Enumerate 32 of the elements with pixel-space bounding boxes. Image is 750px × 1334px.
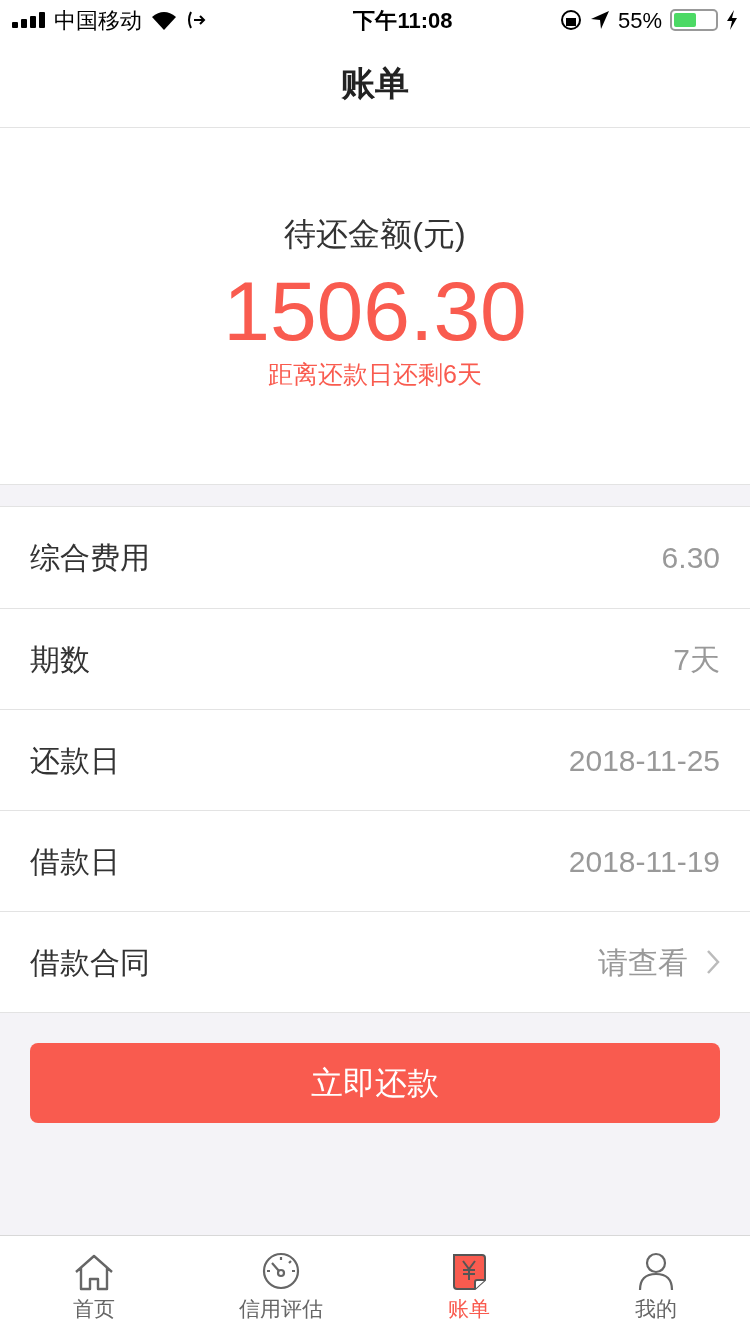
rotation-lock-icon [559, 9, 582, 31]
page-title: 账单 [341, 63, 409, 104]
row-value: 7天 [673, 641, 720, 678]
row-label: 期数 [30, 641, 90, 678]
signal-icon [12, 12, 46, 28]
wifi-icon [150, 10, 178, 30]
status-time: 下午11:08 [353, 6, 453, 35]
tab-item[interactable]: 首页 [0, 1236, 188, 1334]
row-value: 6.30 [661, 540, 720, 576]
row-value: 2018-11-25 [568, 742, 720, 779]
call-forward-icon [186, 10, 206, 30]
tab-item[interactable]: 账单 [375, 1236, 563, 1334]
user-icon [637, 1250, 676, 1291]
amount-value: 1506.30 [223, 266, 527, 356]
location-icon [589, 10, 610, 30]
charging-icon [726, 10, 738, 30]
row-label: 借款合同 [30, 944, 150, 981]
row-label: 还款日 [30, 742, 120, 779]
gauge-icon [261, 1250, 302, 1291]
chevron-right-icon [706, 949, 720, 975]
amount-label: 待还金额(元) [284, 215, 466, 254]
row-label: 综合费用 [30, 540, 150, 576]
bill-icon [450, 1252, 487, 1291]
battery-percent: 55% [617, 6, 662, 35]
row-value: 2018-11-19 [568, 843, 720, 880]
row-label: 借款日 [30, 843, 120, 880]
tab-item[interactable]: 我的 [562, 1236, 750, 1334]
battery-icon [670, 9, 718, 31]
repay-button[interactable]: 立即还款 [30, 1043, 720, 1123]
tab-item[interactable]: 信用评估 [187, 1236, 375, 1334]
due-note: 距离还款日还剩6天 [268, 359, 482, 390]
carrier-name: 中国移动 [54, 6, 142, 35]
